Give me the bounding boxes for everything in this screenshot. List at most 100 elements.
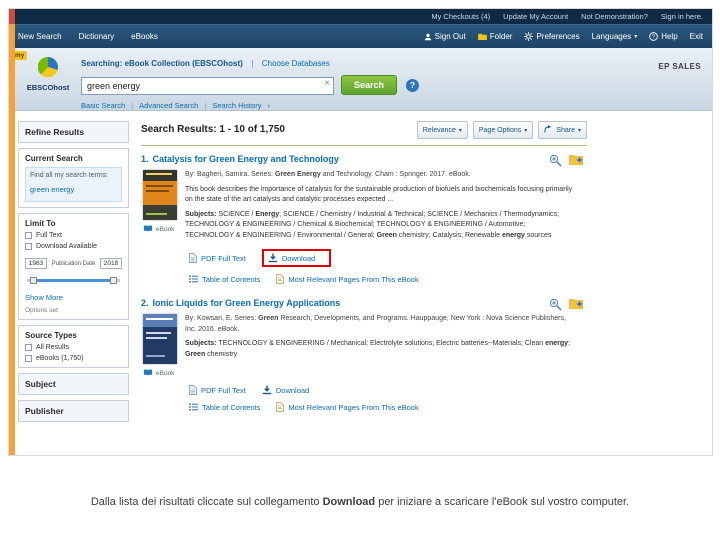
help-icon: ? [649,32,659,41]
ebsco-screenshot: My Checkouts (4) Update My Account Not D… [8,8,713,456]
search-history-link[interactable]: Search History [212,101,261,110]
slider-handle-right[interactable] [110,277,118,284]
download-highlight-box: Download [261,249,332,268]
sign-in-here-link[interactable]: Sign in here. [661,12,703,21]
most-relevant-pages-link[interactable]: Most Relevant Pages From This eBook [276,274,419,284]
current-search-title: Current Search [25,154,83,163]
exit-link[interactable]: Exit [690,32,703,41]
new-search-link[interactable]: New Search [18,32,62,41]
table-of-contents-link[interactable]: Table of Contents [189,403,260,412]
share-icon [544,125,553,135]
result-number: 2. [141,298,149,309]
advanced-search-link[interactable]: Advanced Search [139,101,198,110]
refine-sidebar: Refine Results Current Search Find all m… [18,121,129,427]
subject-section[interactable]: Subject [18,373,129,395]
book-cover-thumbnail[interactable] [143,314,177,365]
search-term-link[interactable]: green energy [30,185,74,194]
book-icon [143,369,153,378]
full-text-option[interactable]: Full Text [25,232,122,239]
table-of-contents-link[interactable]: Table of Contents [189,275,260,284]
result-number: 1. [141,154,149,164]
most-relevant-pages-link[interactable]: Most Relevant Pages From This eBook [276,402,419,412]
ebscohost-logo[interactable]: EBSCOhost [22,56,74,92]
book-icon [143,225,153,234]
result-title-link[interactable]: Ionic Liquids for Green Energy Applicati… [153,298,341,308]
ebooks-link[interactable]: eBooks [131,32,158,41]
account-label: EP SALES [658,62,701,71]
checkbox-icon[interactable] [25,243,32,250]
searching-label: Searching: eBook Collection (EBSCOhost) [81,59,243,68]
folder-label: Folder [489,32,513,41]
result-item-1: 1. Catalysis for Green Energy and Techno… [141,154,587,284]
page-options-label: Page Options [478,126,522,134]
folder-icon [477,33,487,40]
share-label: Share [556,126,575,134]
languages-dropdown[interactable]: Languages ▾ [592,32,638,41]
action-label: Download [281,253,316,263]
search-help-icon[interactable]: ? [406,78,419,92]
relevance-sort-button[interactable]: Relevance ▾ [416,121,468,139]
help-link[interactable]: ? Help [649,32,678,41]
date-to-input[interactable]: 2018 [100,258,122,269]
publication-date-slider[interactable] [27,277,120,284]
relevant-pages-icon [276,274,285,284]
download-link[interactable]: Download [262,385,309,395]
pdf-icon [189,385,197,395]
my-checkouts-link[interactable]: My Checkouts (4) [431,12,490,21]
publication-date-row: 1983 Publication Date 2018 [25,258,122,269]
ebooks-option[interactable]: eBooks (1,750) [25,355,122,362]
share-button[interactable]: Share ▾ [538,121,587,139]
add-to-folder-icon[interactable] [569,154,583,167]
action-label: Download [275,385,310,395]
limit-to-panel: Limit To Full Text Download Available 19… [18,213,129,320]
search-input[interactable] [81,76,334,95]
format-label: eBook [156,226,175,233]
checkbox-icon[interactable] [25,344,32,351]
checkbox-icon[interactable] [25,355,32,362]
action-label: Most Relevant Pages From This eBook [288,402,419,412]
choose-databases-link[interactable]: Choose Databases [262,59,330,68]
search-button[interactable]: Search [341,75,397,95]
sign-out-link[interactable]: Sign Out [424,32,466,41]
publication-date-label: Publication Date [51,260,96,267]
result-byline: By: Kowsari, E. Series: Green Research, … [185,315,566,333]
utility-bar: My Checkouts (4) Update My Account Not D… [9,9,712,24]
checkbox-icon[interactable] [25,232,32,239]
chevron-down-icon: ▾ [524,127,528,134]
toc-icon [189,403,198,411]
slider-handle-left[interactable] [29,277,37,284]
show-more-link[interactable]: Show More [25,293,63,302]
basic-search-link[interactable]: Basic Search [81,101,125,110]
help-label: Help [661,32,678,41]
pdf-full-text-link[interactable]: PDF Full Text [189,253,246,263]
action-label: PDF Full Text [201,253,246,263]
option-label: All Results [36,344,70,351]
publisher-section[interactable]: Publisher [18,400,129,422]
pdf-icon [189,253,197,263]
clear-search-icon[interactable]: × [324,78,330,89]
all-results-option[interactable]: All Results [25,344,122,351]
download-link[interactable]: Download [268,253,315,263]
page-options-button[interactable]: Page Options ▾ [472,121,534,139]
preferences-label: Preferences [536,32,580,41]
update-account-link[interactable]: Update My Account [503,12,568,21]
add-to-folder-icon[interactable] [569,298,583,311]
pdf-full-text-link[interactable]: PDF Full Text [189,385,246,395]
dictionary-link[interactable]: Dictionary [79,32,115,41]
relevance-label: Relevance [422,126,456,134]
book-cover-thumbnail[interactable] [143,170,177,220]
folder-link[interactable]: Folder [477,32,513,41]
option-label: eBooks (1,750) [36,355,84,362]
date-from-input[interactable]: 1983 [25,258,47,269]
preview-icon[interactable] [549,154,562,167]
download-available-option[interactable]: Download Available [25,243,122,250]
separator: | [204,101,207,110]
result-title-link[interactable]: Catalysis for Green Energy and Technolog… [153,154,339,164]
result-item-2: 2. Ionic Liquids for Green Energy Applic… [141,298,587,412]
preview-icon[interactable] [549,298,562,311]
logo-text: EBSCOhost [26,83,70,92]
result-byline: By: Bagheri, Samira. Series: Green Energ… [185,171,471,178]
find-terms-label: Find all my search terms: [30,172,109,179]
languages-label: Languages [591,32,632,41]
preferences-link[interactable]: Preferences [524,32,580,41]
